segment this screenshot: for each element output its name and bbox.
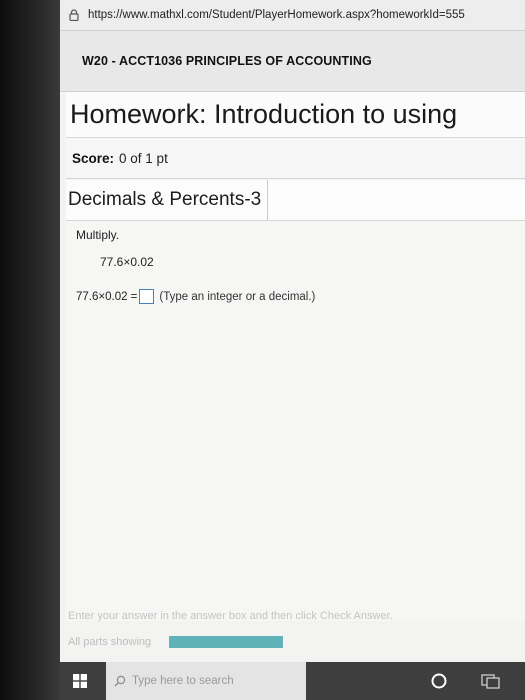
cortana-icon[interactable] xyxy=(430,672,448,690)
monitor-bezel xyxy=(0,0,60,700)
section-title: Decimals & Percents-3 xyxy=(68,180,269,220)
answer-input[interactable] xyxy=(139,289,155,304)
url-text[interactable]: https://www.mathxl.com/Student/PlayerHom… xyxy=(88,9,465,21)
progress-bar xyxy=(169,636,284,648)
parts-row: All parts showing xyxy=(68,636,284,648)
address-bar[interactable]: https://www.mathxl.com/Student/PlayerHom… xyxy=(60,0,525,31)
screen: https://www.mathxl.com/Student/PlayerHom… xyxy=(60,0,525,700)
taskbar: Type here to search xyxy=(60,662,525,700)
course-header: W20 - ACCT1036 PRINCIPLES OF ACCOUNTING xyxy=(60,31,525,92)
search-icon xyxy=(114,675,126,687)
course-title: W20 - ACCT1036 PRINCIPLES OF ACCOUNTING xyxy=(82,54,372,68)
search-placeholder: Type here to search xyxy=(132,675,234,687)
section-header: Decimals & Percents-3 xyxy=(66,180,525,221)
question-instruction: Multiply. xyxy=(76,228,120,242)
answer-prefix: 77.6×0.02 = xyxy=(76,290,138,303)
progress-fill xyxy=(169,636,284,648)
score-label: Score: xyxy=(72,150,115,166)
homework-header: Homework: Introduction to using xyxy=(66,92,525,138)
answer-line: 77.6×0.02 = (Type an integer or a decima… xyxy=(76,289,315,304)
windows-start-icon[interactable] xyxy=(60,662,100,700)
taskbar-search[interactable]: Type here to search xyxy=(106,662,306,700)
score-value: 0 of 1 pt xyxy=(119,150,168,166)
answer-hint: (Type an integer or a decimal.) xyxy=(159,290,316,303)
footer-instruction: Enter your answer in the answer box and … xyxy=(68,610,393,622)
homework-title: Homework: Introduction to using xyxy=(70,99,458,129)
score-bar: Score: 0 of 1 pt xyxy=(66,138,525,179)
lock-icon xyxy=(60,9,88,21)
task-view-icon[interactable] xyxy=(480,672,502,690)
question-panel: Multiply. 77.6×0.02 77.6×0.02 = (Type an… xyxy=(66,221,525,621)
parts-showing-label: All parts showing xyxy=(68,636,152,648)
question-expression: 77.6×0.02 xyxy=(100,255,154,269)
